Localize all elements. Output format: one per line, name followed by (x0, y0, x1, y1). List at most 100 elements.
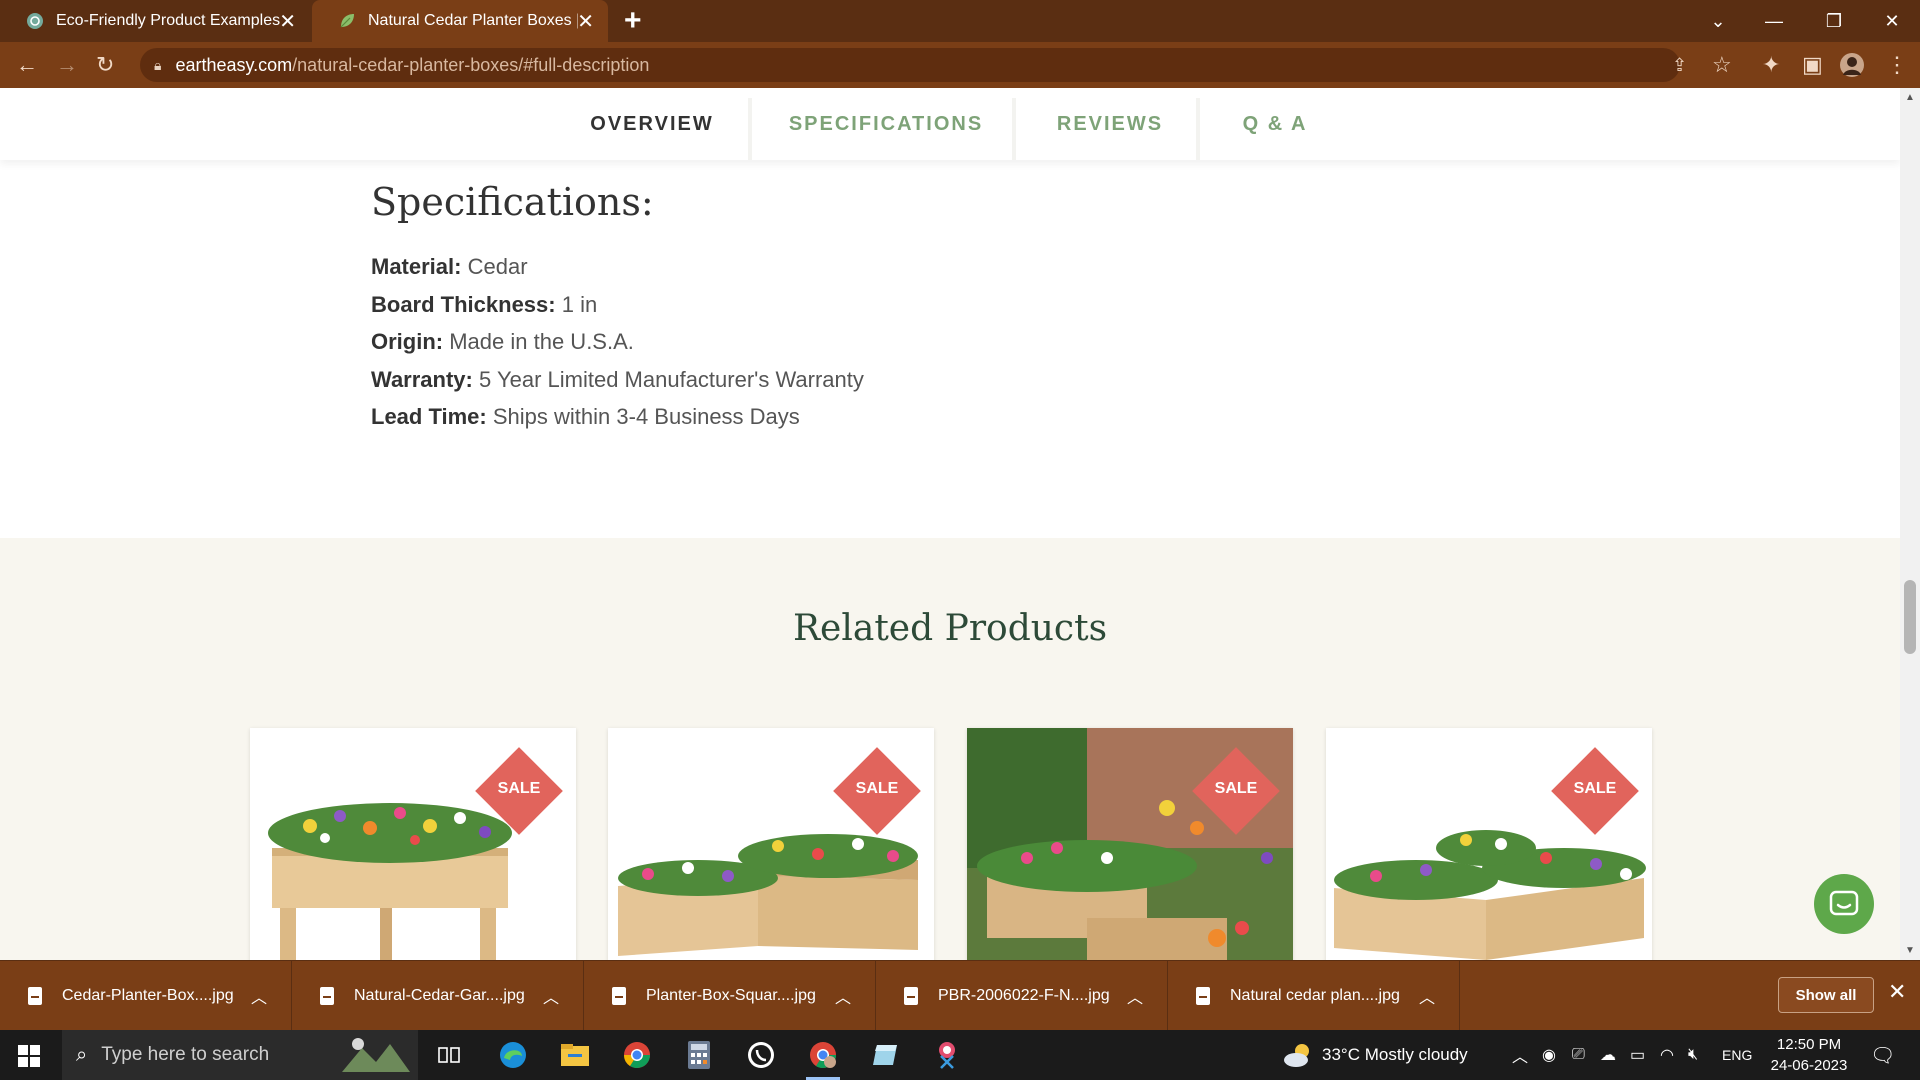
speaker-muted-icon[interactable]: 🔇︎ (1688, 1030, 1698, 1080)
tab-search-chevron-icon[interactable]: ⌄ (1690, 0, 1746, 42)
tab-overview[interactable]: OVERVIEW (576, 88, 728, 160)
tab-title: Natural Cedar Planter Boxes | Ear (368, 12, 578, 29)
show-all-downloads-button[interactable]: Show all (1778, 977, 1874, 1013)
product-card[interactable]: SALE (250, 728, 576, 960)
tab-q-and-a[interactable]: Q & A (1220, 88, 1330, 160)
file-icon (612, 987, 626, 1005)
record-icon[interactable]: ◉ (1542, 1030, 1556, 1080)
snipping-tool-icon[interactable] (930, 1038, 964, 1072)
chevron-up-icon[interactable]: ︿ (251, 984, 267, 1008)
product-card[interactable]: SALE (967, 728, 1293, 960)
clock-date: 24-06-2023 (1770, 1057, 1848, 1074)
wifi-icon[interactable]: ◠ (1660, 1030, 1674, 1080)
reload-icon[interactable]: ↻ (96, 52, 114, 78)
product-card[interactable]: SALE (1326, 728, 1652, 960)
chevron-up-icon[interactable]: ︿ (835, 984, 851, 1008)
file-explorer-icon[interactable] (558, 1038, 592, 1072)
specifications-list: Material: Cedar Board Thickness: 1 in Or… (371, 248, 864, 436)
browser-tab-strip: Eco-Friendly Product Examples ✕ Natural … (0, 0, 1920, 42)
download-item[interactable]: PBR-2006022-F-N....jpg ︿ (876, 961, 1168, 1031)
divider (748, 98, 752, 160)
download-item[interactable]: Cedar-Planter-Box....jpg ︿ (0, 961, 292, 1031)
side-panel-icon[interactable]: ▣ (1802, 52, 1823, 78)
show-hidden-icons-chevron-icon[interactable]: ︿ (1512, 1030, 1528, 1080)
download-shelf: Cedar-Planter-Box....jpg ︿ Natural-Cedar… (0, 960, 1920, 1031)
product-card[interactable]: SALE (608, 728, 934, 960)
chevron-up-icon[interactable]: ︿ (1127, 984, 1143, 1008)
notes-app-icon[interactable] (868, 1038, 902, 1072)
related-products-section: Related Products SALE SALE SALE SALE (0, 538, 1900, 960)
restore-button[interactable]: ❐ (1806, 0, 1862, 42)
download-filename: Planter-Box-Squar....jpg (646, 987, 816, 1004)
download-filename: Natural cedar plan....jpg (1230, 987, 1400, 1004)
chevron-up-icon[interactable]: ︿ (543, 984, 559, 1008)
product-section-nav: OVERVIEW SPECIFICATIONS REVIEWS Q & A (0, 88, 1900, 160)
windows-start-icon[interactable] (18, 1045, 40, 1067)
tab-natural-cedar[interactable]: Natural Cedar Planter Boxes | Ear ✕ (312, 0, 608, 42)
search-highlight-illustration-icon (342, 1038, 410, 1072)
battery-icon[interactable]: ▭ (1630, 1030, 1645, 1080)
chrome-icon[interactable] (620, 1038, 654, 1072)
download-item[interactable]: Natural cedar plan....jpg ︿ (1168, 961, 1460, 1031)
forward-arrow-icon[interactable]: → (56, 52, 78, 78)
chevron-up-icon[interactable]: ︿ (1419, 984, 1435, 1008)
chrome-profile-icon[interactable] (806, 1038, 840, 1080)
whatsapp-icon[interactable] (744, 1038, 778, 1072)
close-tab-icon[interactable]: ✕ (279, 9, 296, 34)
spec-origin: Origin: Made in the U.S.A. (371, 329, 634, 354)
scrollbar-thumb[interactable] (1904, 580, 1916, 654)
sale-badge-label: SALE (1573, 780, 1617, 797)
language-indicator[interactable]: ENG (1722, 1030, 1752, 1080)
related-products-heading: Related Products (792, 608, 1108, 649)
leaf-favicon-icon (338, 12, 356, 30)
back-arrow-icon[interactable]: ← (16, 52, 38, 78)
scroll-up-arrow-icon[interactable]: ▲ (1905, 92, 1915, 103)
sale-badge-label: SALE (497, 780, 541, 797)
clock-time: 12:50 PM (1776, 1036, 1842, 1053)
page-scrollbar[interactable]: ▲ ▼ (1900, 88, 1920, 960)
download-item[interactable]: Natural-Cedar-Gar....jpg ︿ (292, 961, 584, 1031)
browser-menu-icon[interactable]: ⋮ (1886, 52, 1908, 78)
file-icon (1196, 987, 1210, 1005)
share-icon[interactable]: ⇪ (1672, 52, 1687, 78)
tab-title: Eco-Friendly Product Examples (56, 12, 281, 29)
chat-widget-button[interactable] (1814, 874, 1874, 934)
tab-reviews[interactable]: REVIEWS (1040, 88, 1180, 160)
close-window-button[interactable]: ✕ (1864, 0, 1920, 42)
cloudy-weather-icon (1284, 1044, 1309, 1067)
browser-toolbar: ← → ↻ 🔒︎ eartheasy.com/natural-cedar-pla… (0, 42, 1920, 88)
onedrive-cloud-icon[interactable]: ☁ (1600, 1030, 1616, 1080)
spec-warranty: Warranty: 5 Year Limited Manufacturer's … (371, 366, 864, 392)
address-bar[interactable]: 🔒︎ eartheasy.com/natural-cedar-planter-b… (140, 48, 1680, 82)
spec-material: Material: Cedar (371, 254, 528, 279)
new-tab-button[interactable]: + (624, 4, 642, 38)
minimize-button[interactable]: — (1746, 0, 1802, 42)
extensions-puzzle-icon[interactable]: ✦ (1762, 52, 1780, 78)
task-view-icon[interactable] (432, 1038, 466, 1072)
calculator-icon[interactable] (682, 1038, 716, 1072)
specifications-heading: Specifications: (371, 180, 654, 224)
lock-icon: 🔒︎ (154, 56, 162, 73)
search-placeholder: Type here to search (101, 1044, 270, 1065)
close-icon[interactable]: ✕ (1888, 979, 1906, 1005)
taskbar-search-box[interactable]: ⌕ Type here to search (62, 1030, 418, 1080)
close-tab-icon[interactable]: ✕ (577, 9, 594, 34)
download-filename: Natural-Cedar-Gar....jpg (354, 987, 525, 1004)
notification-center-icon[interactable]: 🗨︎ (1870, 1030, 1895, 1080)
windows-taskbar: ⌕ Type here to search 33°C Mostly cloudy… (0, 1030, 1920, 1080)
download-item[interactable]: Planter-Box-Squar....jpg ︿ (584, 961, 876, 1031)
edge-browser-icon[interactable] (496, 1038, 530, 1072)
chatgpt-favicon-icon (26, 12, 44, 30)
bookmark-star-icon[interactable]: ☆ (1712, 52, 1732, 78)
taskbar-clock[interactable]: 12:50 PM 24-06-2023 (1764, 1034, 1854, 1076)
profile-avatar[interactable] (1840, 53, 1864, 83)
tab-specifications[interactable]: SPECIFICATIONS (776, 88, 996, 160)
scroll-down-arrow-icon[interactable]: ▼ (1905, 945, 1915, 956)
url-text: eartheasy.com/natural-cedar-planter-boxe… (175, 54, 650, 75)
sale-badge-label: SALE (1214, 780, 1258, 797)
spec-lead-time: Lead Time: Ships within 3-4 Business Day… (371, 404, 800, 429)
meet-now-icon[interactable]: ⎚ (1572, 1030, 1585, 1080)
tab-eco-friendly[interactable]: Eco-Friendly Product Examples ✕ (0, 0, 310, 42)
file-icon (28, 987, 42, 1005)
weather-widget[interactable]: 33°C Mostly cloudy (1282, 1030, 1468, 1080)
